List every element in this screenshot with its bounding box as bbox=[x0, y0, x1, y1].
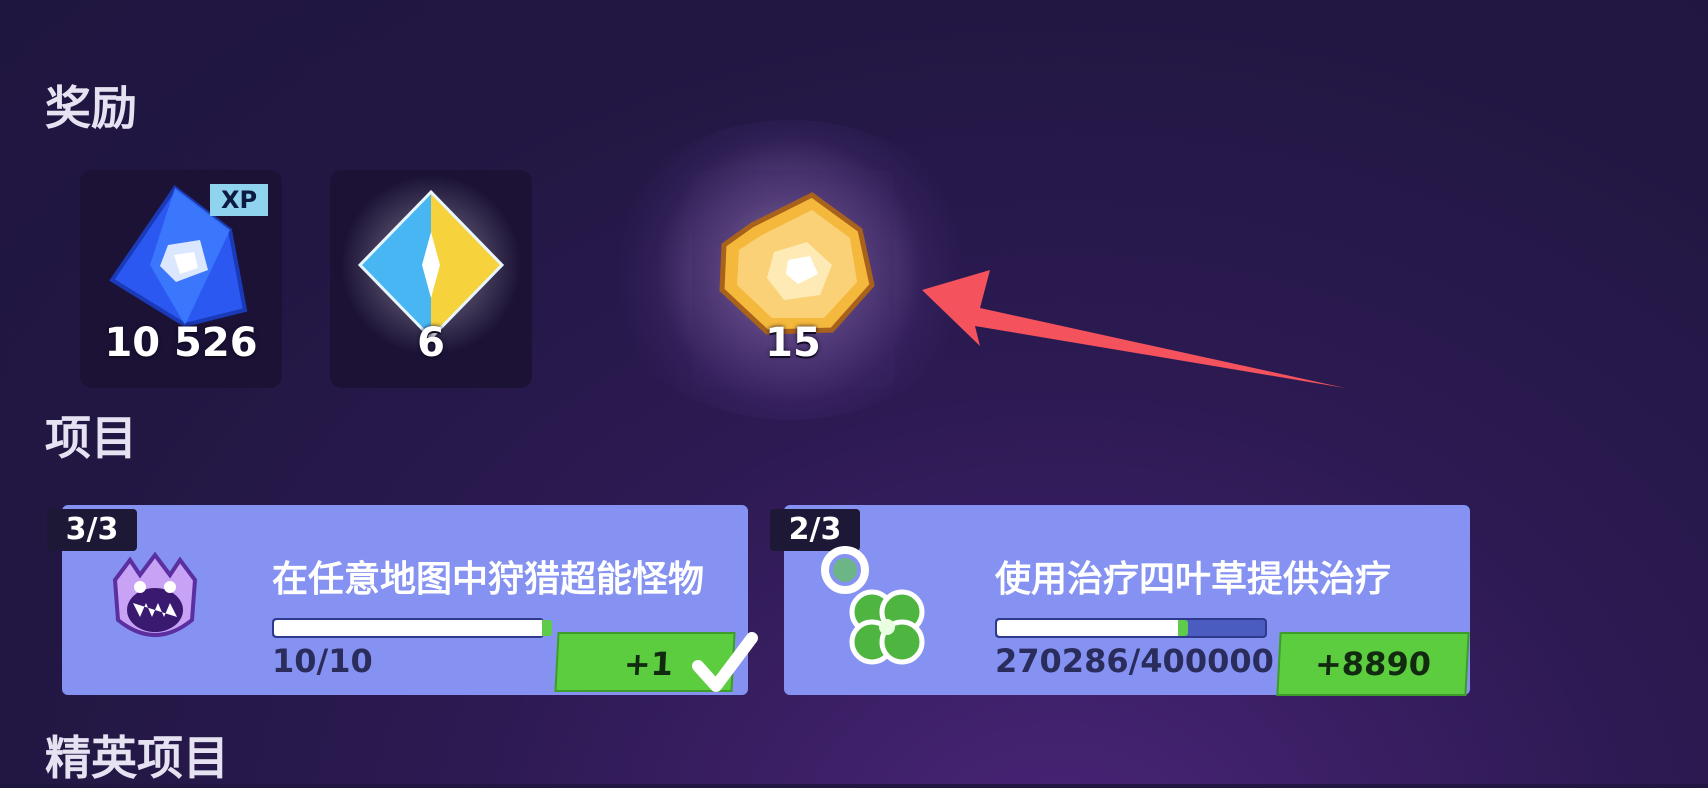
elite-projects-title: 精英项目 bbox=[45, 731, 229, 785]
rewards-title: 奖励 bbox=[45, 81, 137, 135]
checkmark-icon bbox=[692, 632, 758, 692]
progress-bar-fill bbox=[274, 620, 552, 636]
project-reward-value: +8890 bbox=[1314, 645, 1432, 683]
project-reward: +8890 bbox=[1276, 632, 1470, 696]
project-title: 在任意地图中狩猎超能怪物 bbox=[272, 559, 705, 600]
progress-bar-fill bbox=[997, 620, 1189, 636]
progress-text: 270286/400000 bbox=[995, 642, 1274, 680]
monster-icon bbox=[112, 551, 198, 637]
progress-bar bbox=[272, 618, 552, 638]
reward-xp-value: 10 526 bbox=[104, 320, 258, 366]
reward-gem-value: 6 bbox=[417, 320, 445, 366]
progress-text: 10/10 bbox=[272, 642, 373, 680]
reward-coin-value: 15 bbox=[765, 320, 821, 366]
project-title: 使用治疗四叶草提供治疗 bbox=[995, 559, 1392, 600]
reward-coin[interactable]: 15 bbox=[692, 170, 894, 388]
progress-bar bbox=[995, 618, 1267, 638]
xp-badge: XP bbox=[210, 184, 268, 216]
reward-gem[interactable]: 6 bbox=[330, 170, 532, 388]
project-reward-value: +1 bbox=[622, 645, 674, 683]
projects-title: 项目 bbox=[45, 411, 137, 465]
four-leaf-clover-icon bbox=[821, 546, 925, 665]
